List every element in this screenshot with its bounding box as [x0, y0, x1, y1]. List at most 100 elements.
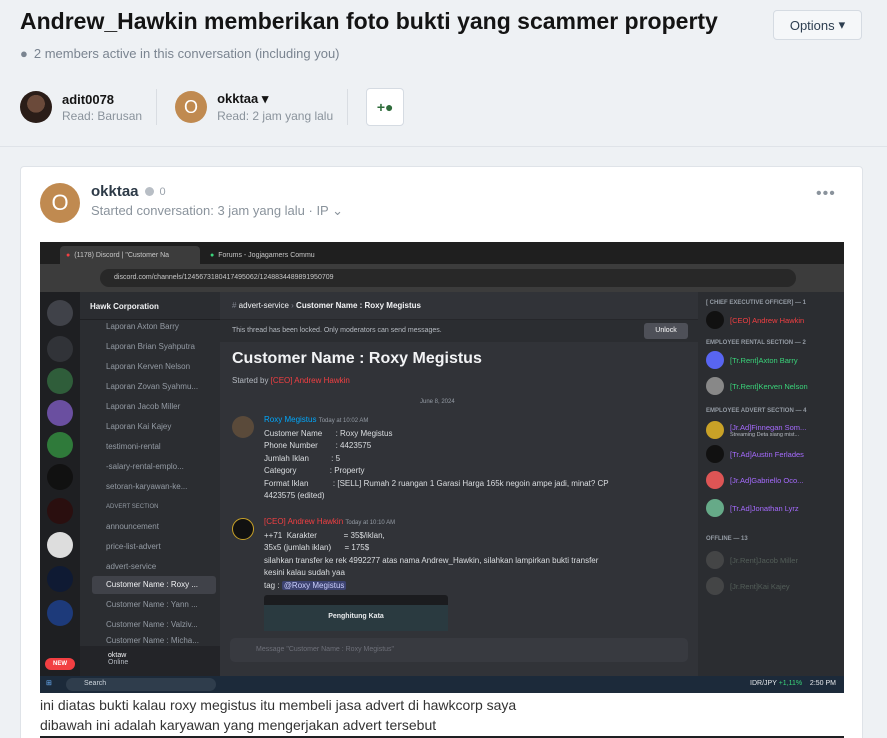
- taskbar-search[interactable]: Search: [66, 678, 216, 691]
- member-group-label: EMPLOYEE ADVERT SECTION — 4: [706, 408, 807, 414]
- channel-item[interactable]: Laporan Jacob Miller: [92, 398, 216, 416]
- caret-down-icon: ▾: [838, 17, 846, 32]
- members-active-text: 2 members active in this conversation (i…: [33, 46, 340, 61]
- thread-item[interactable]: Customer Name : Valziv...: [92, 616, 216, 634]
- thread-item[interactable]: Customer Name : Yann ...: [92, 596, 216, 614]
- reaction-badge-icon: [144, 187, 154, 196]
- windows-start-icon[interactable]: ⊞: [46, 679, 52, 687]
- member-item[interactable]: [Jr.Ad]Gabriello Oco...: [706, 470, 840, 490]
- channel-category[interactable]: ADVERT SECTION: [92, 498, 216, 516]
- currency-change: +1,11%: [778, 680, 803, 687]
- member-activity: Streaming Deta siang mist...: [730, 431, 800, 438]
- message-line: 35x5 (jumlah iklan) = 175$: [264, 543, 370, 552]
- channel-item[interactable]: Laporan Kerven Nelson: [92, 358, 216, 376]
- message-line: Jumlah Iklan : 5: [264, 453, 341, 463]
- member-item[interactable]: [Tr.Rent]Axton Barry: [706, 350, 840, 370]
- browser-tab-bar: ● (1178) Discord | "Customer Na ● Forums -…: [40, 242, 844, 264]
- thread-title: Customer Name : Roxy Megistus: [232, 350, 482, 367]
- discord-home-icon: [47, 300, 73, 326]
- member-item[interactable]: [Jr.Ad]Finnegan Som... Streaming Deta sia…: [706, 418, 840, 442]
- avatar[interactable]: [232, 416, 254, 438]
- message-line: silahkan transfer ke rek 4992277 atas na…: [264, 555, 599, 565]
- avatar: [706, 421, 724, 439]
- message-input[interactable]: Message "Customer Name : Roxy Megistus": [230, 638, 688, 662]
- new-badge: NEW: [45, 658, 75, 670]
- user-name[interactable]: oktaw: [108, 652, 220, 659]
- page-title: Andrew_Hawkin memberikan foto bukti yang…: [20, 8, 718, 34]
- channel-item[interactable]: testimoni-rental: [92, 438, 216, 456]
- server-icon: [47, 432, 73, 458]
- participant-name[interactable]: okktaa ▾: [217, 91, 333, 107]
- avatar: [706, 377, 724, 395]
- participant-name[interactable]: adit0078: [62, 92, 142, 107]
- post-caption: ini diatas bukti kalau roxy megistus itu…: [40, 697, 517, 713]
- message-author[interactable]: [CEO] Andrew Hawkin: [264, 517, 343, 526]
- member-name: [Tr.Rent]Kerven Nelson: [730, 381, 808, 391]
- author-name[interactable]: okktaa 0: [91, 183, 166, 200]
- system-tray: IDR/JPY +1,11% 2:50 PM: [750, 680, 836, 687]
- started-by-name[interactable]: [CEO] Andrew Hawkin: [271, 376, 350, 385]
- avatar[interactable]: O: [175, 91, 208, 123]
- add-user-icon: +●: [376, 99, 394, 115]
- member-name: [Tr.Rent]Axton Barry: [730, 355, 798, 365]
- channel-path[interactable]: advert-service: [239, 301, 289, 310]
- user-mention[interactable]: @Roxy Megistus: [281, 580, 347, 590]
- windows-taskbar: ⊞ Search IDR/JPY +1,11% 2:50 PM: [40, 676, 844, 693]
- author-avatar[interactable]: O: [40, 183, 80, 223]
- message: Roxy Megistus Today at 10:02 AM Customer…: [232, 414, 682, 503]
- options-button[interactable]: Options ▾: [773, 10, 862, 40]
- image-attachment[interactable]: Penghitung Kata: [264, 595, 448, 631]
- channel-item[interactable]: -salary-rental-emplo...: [92, 458, 216, 476]
- thread-header: Andrew_Hawkin memberikan foto bukti yang…: [0, 0, 887, 147]
- message-author[interactable]: Roxy Megistus: [264, 415, 316, 424]
- channel-hash-icon: #: [232, 301, 239, 310]
- author-username[interactable]: okktaa: [91, 183, 139, 200]
- channel-item[interactable]: setoran-karyawan-ke...: [92, 478, 216, 496]
- channel-item[interactable]: announcement: [92, 518, 216, 536]
- locked-notice-text: This thread has been locked. Only modera…: [232, 327, 442, 334]
- avatar[interactable]: [20, 91, 52, 123]
- member-item[interactable]: [Tr.Rent]Kerven Nelson: [706, 376, 840, 396]
- avatar[interactable]: [232, 518, 254, 540]
- message-time: Today at 10:10 AM: [345, 520, 396, 526]
- channel-item[interactable]: Laporan Zovan Syahmu...: [92, 378, 216, 396]
- server-icon: [47, 532, 73, 558]
- channel-item[interactable]: Laporan Axton Barry: [92, 318, 216, 336]
- unlock-button[interactable]: Unlock: [644, 323, 688, 339]
- avatar: [706, 471, 724, 489]
- more-options-icon[interactable]: •••: [816, 185, 836, 203]
- member-name: [Jr.Rent]Kai Kajey: [730, 581, 790, 591]
- member-item[interactable]: [Tr.Ad]Jonathan Lyrz: [706, 498, 840, 518]
- thread-topbar: # advert-service › Customer Name : Roxy …: [220, 292, 698, 320]
- member-item[interactable]: [Tr.Ad]Austin Ferlades: [706, 444, 840, 464]
- clock[interactable]: 2:50 PM: [810, 680, 836, 687]
- thread-item[interactable]: Customer Name : Micha...: [92, 636, 216, 646]
- participant-adit0078[interactable]: adit0078 Read: Barusan: [20, 89, 158, 125]
- chevron-down-icon[interactable]: ⌄: [332, 203, 343, 218]
- forum-icon: ●: [210, 251, 215, 259]
- channel-item[interactable]: Laporan Kai Kajey: [92, 418, 216, 436]
- post-caption: dibawah ini adalah karyawan yang mengerj…: [40, 717, 437, 733]
- member-item[interactable]: [Jr.Rent]Jacob Miller: [706, 550, 840, 570]
- member-name: [Jr.Rent]Jacob Miller: [730, 555, 798, 565]
- thread-item-selected[interactable]: Customer Name : Roxy ...: [92, 576, 216, 594]
- member-item[interactable]: [CEO] Andrew Hawkin: [706, 310, 840, 330]
- channel-item[interactable]: Laporan Brian Syahputra: [92, 338, 216, 356]
- channel-item[interactable]: advert-service: [92, 558, 216, 576]
- member-item[interactable]: [Jr.Rent]Kai Kajey: [706, 576, 840, 596]
- locked-notice: This thread has been locked. Only modera…: [220, 320, 698, 342]
- currency-pair: IDR/JPY: [750, 680, 777, 687]
- participant-okktaa[interactable]: O okktaa ▾ Read: 2 jam yang lalu: [175, 89, 349, 125]
- message-time: Today at 10:02 AM: [318, 418, 369, 424]
- attachment-title: Penghitung Kata: [264, 605, 448, 631]
- member-group-label: EMPLOYEE RENTAL SECTION — 2: [706, 340, 806, 346]
- message-line: ++71 Karakter = 35$/iklan,: [264, 530, 385, 540]
- member-list: [ CHIEF EXECUTIVE OFFICER] — 1 [CEO] And…: [698, 292, 844, 676]
- channel-item[interactable]: price-list-advert: [92, 538, 216, 556]
- message-line: 4423575 (edited): [264, 491, 325, 500]
- message-line: Phone Number : 4423575: [264, 441, 372, 450]
- embedded-screenshot[interactable]: ● (1178) Discord | "Customer Na ● Forums -…: [40, 242, 844, 693]
- guild-name[interactable]: Hawk Corporation: [80, 292, 220, 320]
- user-panel: oktaw Online: [80, 646, 220, 676]
- add-participant-button[interactable]: +●: [366, 88, 405, 126]
